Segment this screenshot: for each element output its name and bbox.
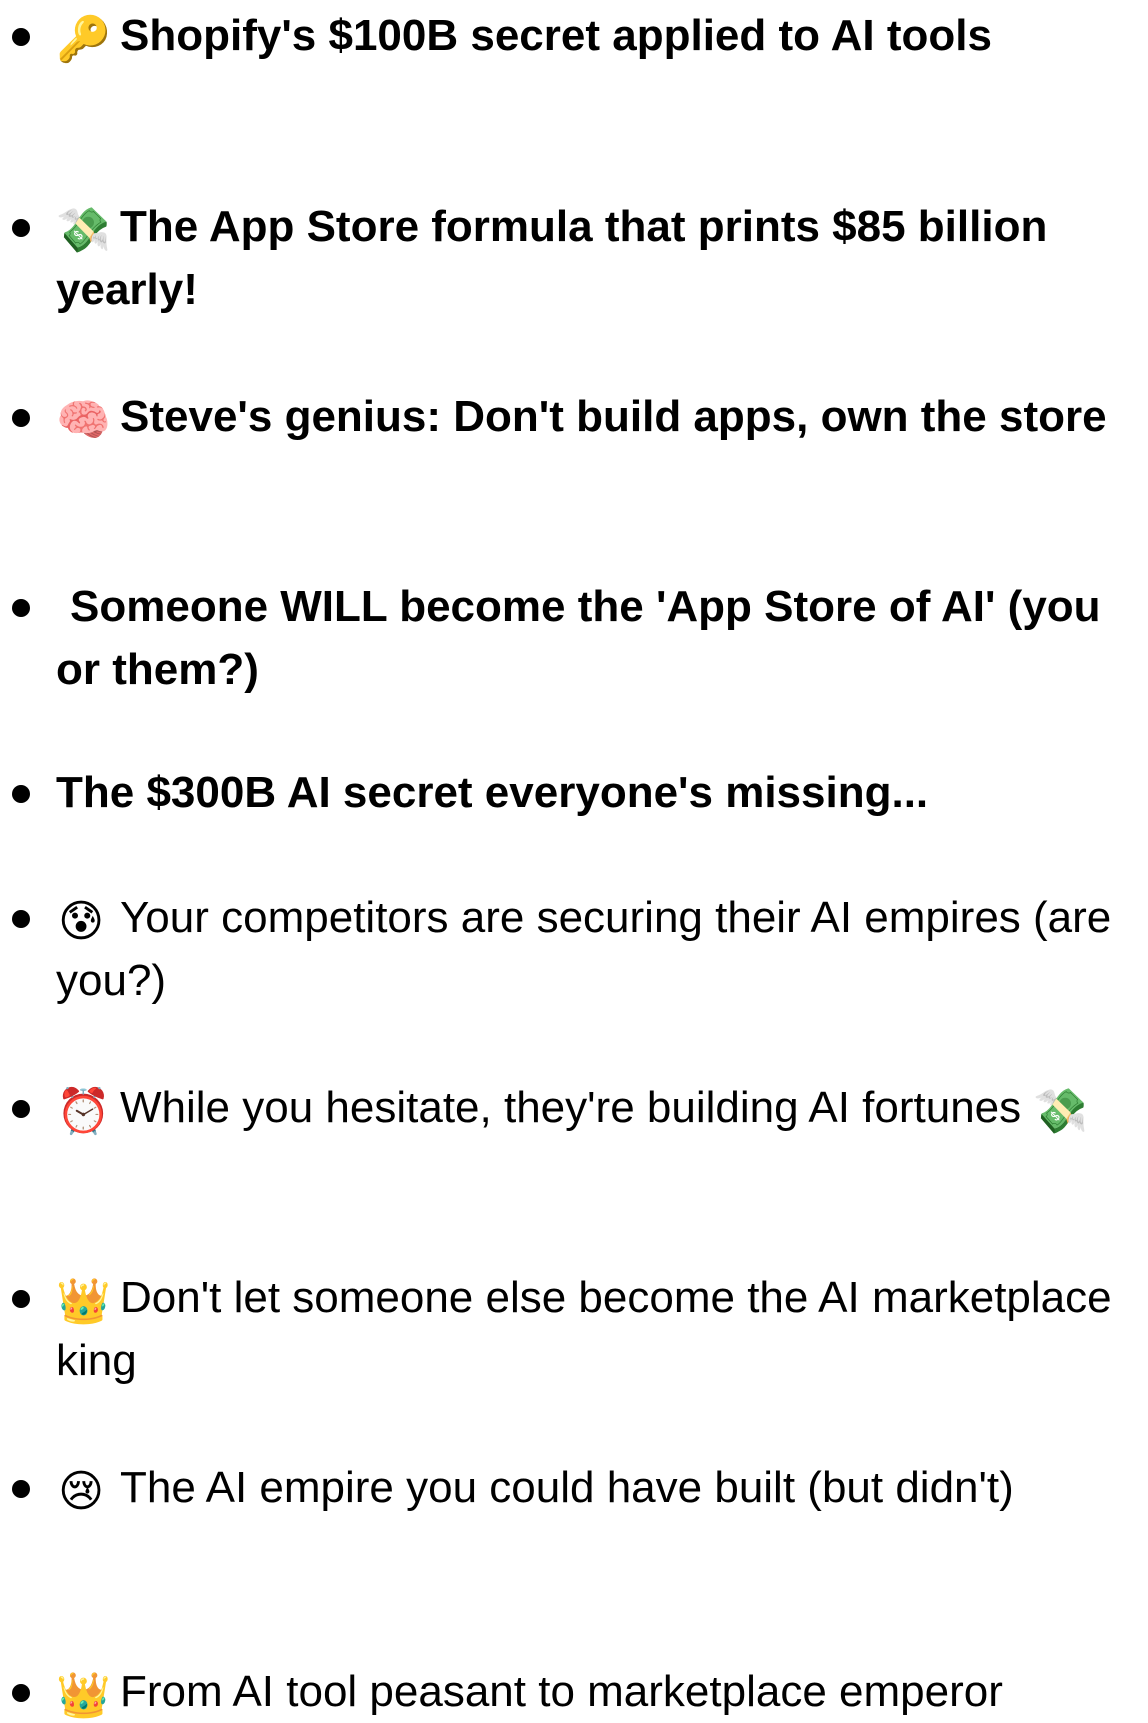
bullet-dot [12, 785, 30, 803]
crown-icon: 👑 [56, 1276, 111, 1327]
list-item-text: Don't let someone else become the AI mar… [56, 1273, 1112, 1385]
bullet-dot [12, 1100, 30, 1118]
bullet-dot [12, 409, 30, 427]
bullet-list: 🔑 Shopify's $100B secret applied to AI to… [0, 0, 1148, 1721]
list-item-text: The AI empire you could have built (but … [120, 1463, 1014, 1512]
list-item-text: Shopify's $100B secret applied to AI too… [120, 11, 992, 60]
bullet-dot [12, 28, 30, 46]
key-icon: 🔑 [56, 14, 111, 65]
bullet-dot [12, 1290, 30, 1308]
crown-icon: 👑 [56, 1670, 111, 1721]
anxious-face-icon: 😰 [58, 896, 104, 947]
bullet-dot [12, 1480, 30, 1498]
list-item-text: Steve's genius: Don't build apps, own th… [120, 392, 1107, 441]
list-item-text: The App Store formula that prints $85 bi… [56, 202, 1048, 314]
list-item-text: Someone WILL become the 'App Store of AI… [56, 582, 1101, 694]
list-item-text: From AI tool peasant to marketplace empe… [120, 1667, 1003, 1716]
list-item-text: Your competitors are securing their AI e… [56, 893, 1112, 1005]
list-item-text: While you hesitate, they're building AI … [120, 1083, 1022, 1132]
brain-icon: 🧠 [56, 395, 111, 446]
bullet-dot [12, 599, 30, 617]
list-item-text: The $300B AI secret everyone's missing..… [56, 768, 929, 817]
alarm-clock-icon: ⏰ [56, 1086, 111, 1137]
crying-face-icon: 😢 [58, 1466, 104, 1517]
bullet-dot [12, 219, 30, 237]
money-with-wings-icon: 💸 [56, 205, 111, 256]
money-with-wings-icon: 💸 [1033, 1086, 1089, 1137]
bullet-dot [12, 1684, 30, 1702]
bullet-dot [12, 910, 30, 928]
